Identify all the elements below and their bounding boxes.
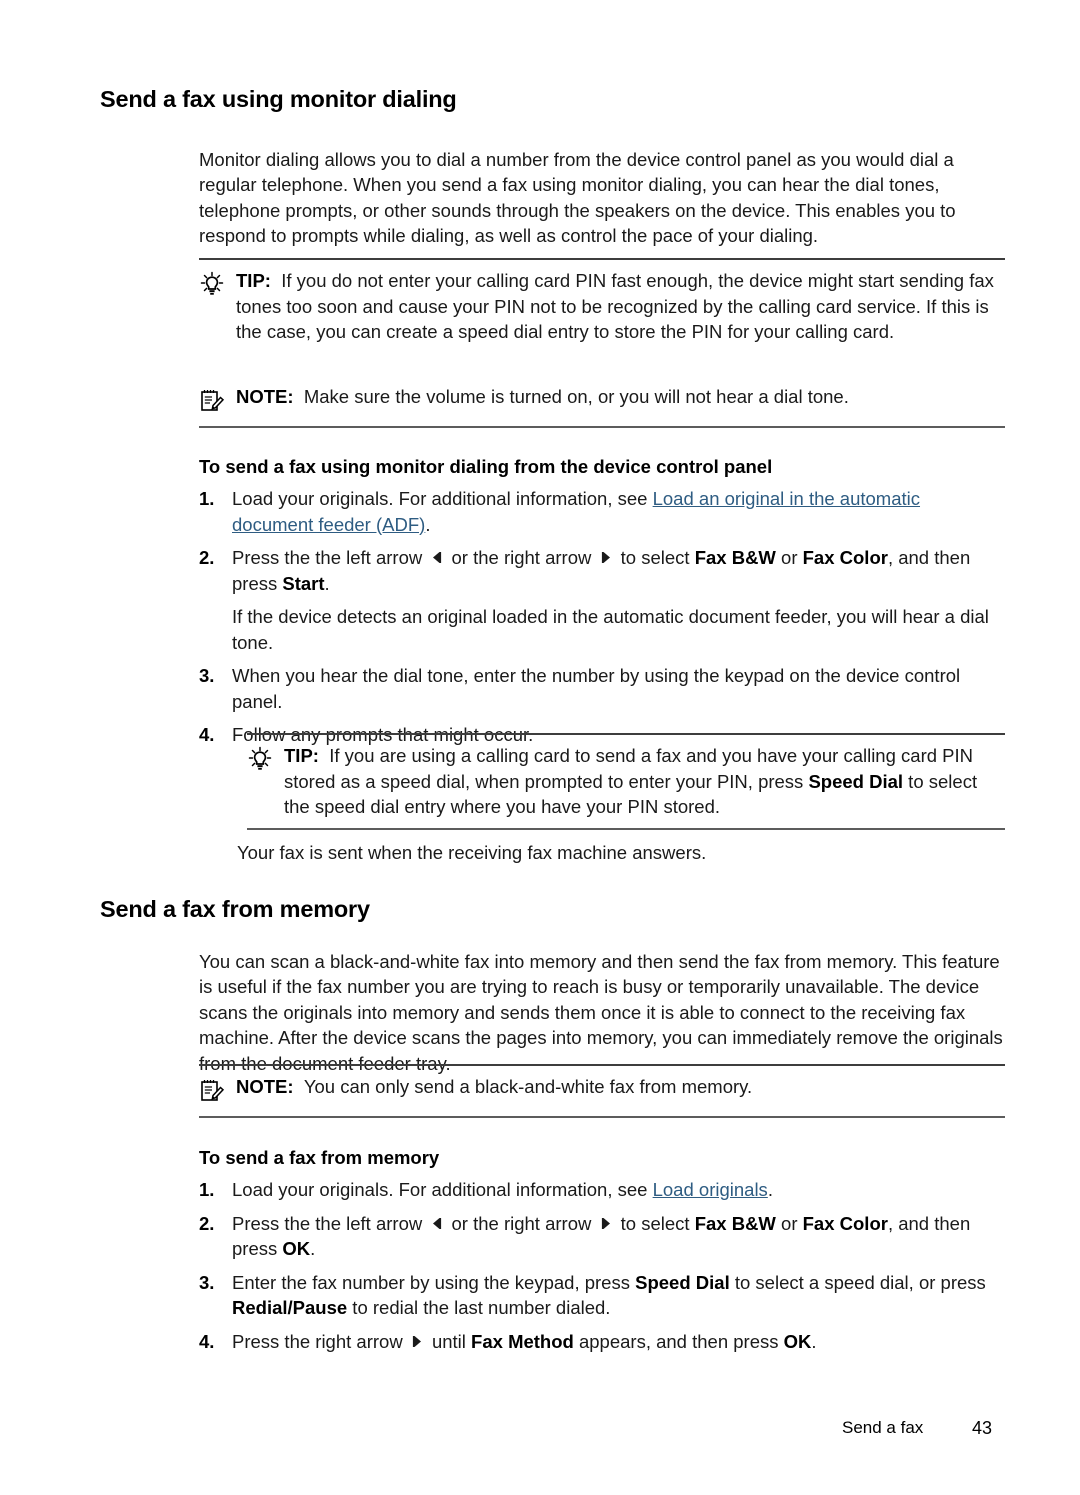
step-text: Enter the fax number by using the keypad…	[232, 1270, 1006, 1321]
tip-text: If you do not enter your calling card PI…	[236, 270, 994, 342]
link-load-originals[interactable]: Load originals	[653, 1179, 768, 1200]
footer-page-number: 43	[972, 1418, 993, 1438]
standalone-sentence-fax-sent: Your fax is sent when the receiving fax …	[237, 842, 707, 863]
callout-rule-bottom	[199, 426, 1005, 428]
intro-paragraph-send-from-memory: You can scan a black-and-white fax into …	[199, 950, 1003, 1074]
step-number: 3.	[199, 665, 215, 686]
left-arrow-icon	[429, 550, 444, 565]
callout-rule-bottom	[247, 827, 1005, 830]
step-text: Load your originals. For additional info…	[232, 1177, 1006, 1203]
procedure-heading-monitor-dialing: To send a fax using monitor dialing from…	[199, 456, 773, 477]
step-number: 1.	[199, 488, 215, 509]
note-label: NOTE:	[236, 1076, 294, 1097]
callout-rule-bottom	[199, 1116, 1005, 1118]
step-text: When you hear the dial tone, enter the n…	[232, 665, 961, 712]
menu-name-fax-method: Fax Method	[471, 1330, 574, 1352]
left-arrow-icon	[429, 1216, 444, 1231]
step-text: Press the the left arrow or the right ar…	[232, 1211, 1006, 1262]
step-fragment: Press the the left arrow	[232, 547, 428, 568]
button-name-ok: OK	[783, 1330, 812, 1352]
list-item: 2. Press the the left arrow or the right…	[199, 545, 1006, 655]
lightbulb-icon	[199, 268, 229, 302]
step-text-before: Load your originals. For additional info…	[232, 488, 653, 509]
step-number: 4.	[199, 724, 215, 745]
list-item: 3. When you hear the dial tone, enter th…	[199, 663, 1006, 714]
page-title-send-fax-from-memory: Send a fax from memory	[100, 896, 370, 922]
right-arrow-icon	[410, 1334, 425, 1349]
callout-body: NOTE: You can only send a black-and-whit…	[199, 1066, 1005, 1116]
step-fragment: or	[775, 547, 803, 568]
button-name-ok: OK	[282, 1238, 311, 1259]
step-number: 2.	[199, 1212, 215, 1234]
step-text: Press the right arrow until Fax Method a…	[232, 1329, 1006, 1355]
tip-label: TIP:	[284, 745, 319, 766]
callout-body: TIP: If you are using a calling card to …	[247, 735, 1005, 828]
button-name-fax-color: Fax Color	[802, 547, 888, 568]
step-fragment: .	[324, 572, 330, 594]
lightbulb-icon	[247, 743, 277, 777]
list-item: 3. Enter the fax number by using the key…	[199, 1270, 1006, 1321]
note-label: NOTE:	[236, 386, 294, 407]
step-fragment: or the right arrow	[446, 1212, 597, 1234]
step-text: Press the the left arrow or the right ar…	[232, 545, 1006, 655]
step-fragment: to select	[615, 1212, 695, 1234]
callout-text: TIP: If you do not enter your calling ca…	[236, 268, 1005, 345]
notepad-pencil-icon	[199, 384, 229, 418]
step-list-send-from-memory: 1. Load your originals. For additional i…	[199, 1177, 1006, 1354]
step-fragment: until	[426, 1330, 472, 1352]
callout-text: NOTE: You can only send a black-and-whit…	[236, 1074, 1005, 1100]
callout-text: NOTE: Make sure the volume is turned on,…	[236, 384, 1005, 410]
note-text: Make sure the volume is turned on, or yo…	[303, 386, 849, 407]
list-item: 2. Press the the left arrow or the right…	[199, 1211, 1006, 1262]
step-number: 4.	[199, 1330, 215, 1352]
step-text-after: .	[767, 1179, 773, 1200]
button-name-start: Start	[282, 572, 325, 594]
callout-body: TIP: If you do not enter your calling ca…	[199, 260, 1005, 353]
step-fragment: appears, and then press	[573, 1330, 784, 1352]
button-name-redial-pause: Redial/Pause	[232, 1297, 348, 1318]
tip-label: TIP:	[236, 270, 271, 291]
tip-callout-calling-card-pin: TIP: If you do not enter your calling ca…	[199, 258, 1005, 353]
step-fragment: .	[811, 1330, 817, 1352]
step-fragment: .	[310, 1238, 316, 1259]
step-fragment: or the right arrow	[446, 547, 597, 568]
step-number: 3.	[199, 1271, 215, 1293]
notepad-pencil-icon	[199, 1074, 229, 1108]
list-item: 4. Press the right arrow until Fax Metho…	[199, 1329, 1006, 1355]
step-fragment: Enter the fax number by using the keypad…	[232, 1271, 636, 1293]
right-arrow-icon	[599, 550, 614, 565]
footer-chapter-label: Send a fax	[842, 1418, 924, 1437]
procedure-heading-send-from-memory: To send a fax from memory	[199, 1147, 440, 1168]
tip-callout-speed-dial-pin: TIP: If you are using a calling card to …	[247, 733, 1005, 830]
step-list-monitor-dialing: 1. Load your originals. For additional i…	[199, 486, 1006, 748]
callout-text: TIP: If you are using a calling card to …	[284, 743, 1005, 820]
note-callout-bw-only: NOTE: You can only send a black-and-whit…	[199, 1064, 1005, 1118]
step-number: 2.	[199, 547, 215, 568]
step-text: Load your originals. For additional info…	[232, 486, 1006, 537]
step-sub-paragraph: If the device detects an original loaded…	[232, 606, 989, 653]
step-fragment: Press the the left arrow	[232, 1212, 428, 1234]
step-fragment: to select	[615, 547, 695, 568]
button-name-speed-dial: Speed Dial	[635, 1271, 730, 1293]
button-name-fax-bw: Fax B&W	[694, 1212, 776, 1234]
list-item: 1. Load your originals. For additional i…	[199, 1177, 1006, 1203]
step-text-after: .	[425, 513, 431, 535]
intro-paragraph-monitor-dialing: Monitor dialing allows you to dial a num…	[199, 148, 956, 247]
page-title-send-fax-monitor-dialing: Send a fax using monitor dialing	[100, 86, 457, 112]
right-arrow-icon	[599, 1216, 614, 1231]
list-item: 1. Load your originals. For additional i…	[199, 486, 1006, 537]
step-fragment: to select a speed dial, or press	[729, 1271, 986, 1293]
step-fragment: to redial the last number dialed.	[347, 1297, 611, 1318]
note-callout-volume-turned-on: NOTE: Make sure the volume is turned on,…	[199, 376, 1005, 428]
document-page: Send a fax using monitor dialing Monitor…	[0, 0, 1080, 1495]
button-name-fax-color: Fax Color	[802, 1212, 888, 1234]
step-fragment: or	[775, 1212, 803, 1234]
step-number: 1.	[199, 1179, 215, 1200]
callout-body: NOTE: Make sure the volume is turned on,…	[199, 376, 1005, 426]
step-fragment: Press the right arrow	[232, 1330, 408, 1352]
step-text-before: Load your originals. For additional info…	[232, 1179, 653, 1200]
button-name-fax-bw: Fax B&W	[694, 547, 776, 568]
button-name-speed-dial: Speed Dial	[808, 770, 904, 792]
note-text: You can only send a black-and-white fax …	[303, 1076, 753, 1097]
